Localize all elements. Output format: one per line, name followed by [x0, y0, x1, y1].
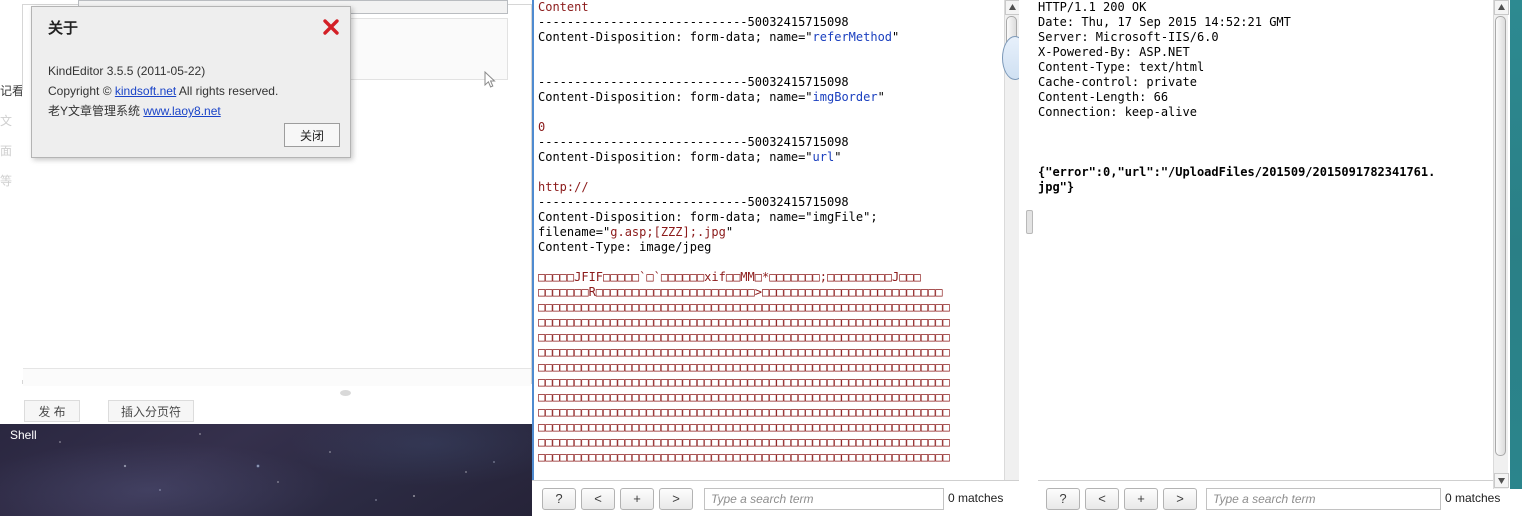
resize-handle[interactable] [340, 390, 351, 396]
request-line [538, 45, 1022, 60]
request-search-help-button[interactable]: ? [542, 488, 576, 510]
background-teal-strip [1510, 0, 1522, 489]
request-binary-line: □□□□□□□□□□□□□□□□□□□□□□□□□□□□□□□□□□□□□□□□… [538, 405, 950, 419]
clipped-text-2: 面 [0, 144, 13, 158]
copyright-suffix: All rights reserved. [176, 84, 279, 98]
request-binary-line: □□□□□□□□□□□□□□□□□□□□□□□□□□□□□□□□□□□□□□□□… [538, 450, 950, 464]
request-binary-line: □□□□□□□□□□□□□□□□□□□□□□□□□□□□□□□□□□□□□□□□… [538, 300, 950, 314]
response-text-area[interactable]: HTTP/1.1 200 OK Date: Thu, 17 Sep 2015 14… [1038, 0, 1508, 480]
request-line: -----------------------------50032415715… [538, 15, 849, 29]
request-binary-line: □□□□□□□□□□□□□□□□□□□□□□□□□□□□□□□□□□□□□□□□… [538, 345, 950, 359]
pane-gap-left [1019, 0, 1035, 489]
browser-window: 记看 文 面 等 发 布 插入分页符 关于 KindEditor 3.5.5 (… [0, 0, 532, 516]
about-dialog-title: 关于 [48, 19, 79, 37]
request-binary-line: □□□□□□□□□□□□□□□□□□□□□□□□□□□□□□□□□□□□□□□□… [538, 330, 950, 344]
request-binary-line: □□□□□□□□□□□□□□□□□□□□□□□□□□□□□□□□□□□□□□□□… [538, 315, 950, 329]
request-search-bar: ? < + > 0 matches [532, 480, 1022, 516]
response-match-count: 0 matches [1445, 491, 1501, 505]
response-line: Server: Microsoft-IIS/6.0 [1038, 30, 1219, 44]
shell-taskbar-label[interactable]: Shell [10, 428, 37, 442]
request-binary-line: □□□□□JFIF□□□□□`□`□□□□□□xif□□MM□*□□□□□□□;… [538, 270, 921, 284]
about-version-line: KindEditor 3.5.5 (2011-05-22) [48, 64, 206, 78]
laoy8-link[interactable]: www.laoy8.net [143, 104, 220, 118]
http-request-pane: Content -----------------------------5003… [532, 0, 1022, 516]
cms-prefix: 老Y文章管理系统 [48, 104, 144, 118]
about-cms-line: 老Y文章管理系统 www.laoy8.net [48, 101, 338, 121]
clipped-text-3: 等 [0, 174, 13, 188]
response-line: Cache-control: private [1038, 75, 1197, 89]
response-line: HTTP/1.1 200 OK [1038, 0, 1147, 14]
clipped-sidebar-text: 记看 文 面 等 [0, 76, 22, 196]
response-search-add-button[interactable]: + [1124, 488, 1158, 510]
response-line: X-Powered-By: ASP.NET [1038, 45, 1190, 59]
response-line: Date: Thu, 17 Sep 2015 14:52:21 GMT [1038, 15, 1291, 29]
response-search-next-button[interactable]: > [1163, 488, 1197, 510]
response-line: Content-Type: text/html [1038, 60, 1205, 74]
request-line [538, 165, 1022, 180]
response-search-input[interactable] [1206, 488, 1441, 510]
request-line [538, 105, 1022, 120]
request-line: Content-Disposition: form-data; name="im… [538, 90, 885, 104]
kindsoft-link[interactable]: kindsoft.net [115, 84, 176, 98]
desktop-wallpaper: Shell [0, 424, 532, 516]
request-line: filename="g.asp;[ZZZ];.jpg" [538, 225, 734, 239]
response-line: Connection: keep-alive [1038, 105, 1197, 119]
publish-button[interactable]: 发 布 [24, 400, 80, 422]
cursor-arrow-icon [484, 71, 496, 88]
response-search-help-button[interactable]: ? [1046, 488, 1080, 510]
request-binary-line: □□□□□□□□□□□□□□□□□□□□□□□□□□□□□□□□□□□□□□□□… [538, 360, 950, 374]
request-search-prev-button[interactable]: < [581, 488, 615, 510]
response-search-bar: ? < + > 0 matches [1038, 480, 1508, 516]
about-dialog-body: KindEditor 3.5.5 (2011-05-22) Copyright … [48, 61, 338, 121]
request-text-area[interactable]: Content -----------------------------5003… [532, 0, 1022, 480]
request-line: -----------------------------50032415715… [538, 75, 849, 89]
response-scroll-thumb[interactable] [1495, 16, 1506, 456]
response-line [1038, 150, 1508, 165]
pane-divider-handle[interactable] [1026, 210, 1033, 234]
request-line [538, 255, 1022, 270]
request-line: Content-Disposition: form-data; name="im… [538, 210, 878, 224]
response-scroll-up-arrow[interactable] [1494, 0, 1509, 15]
response-line: Content-Length: 66 [1038, 90, 1169, 104]
editor-status-bar [23, 368, 531, 386]
request-search-add-button[interactable]: + [620, 488, 654, 510]
close-x-icon[interactable] [321, 17, 341, 37]
request-search-next-button[interactable]: > [659, 488, 693, 510]
request-line: Content-Type: image/jpeg [538, 240, 712, 254]
request-line: Content-Disposition: form-data; name="ur… [538, 150, 842, 164]
request-binary-line: □□□□□□□□□□□□□□□□□□□□□□□□□□□□□□□□□□□□□□□□… [538, 420, 950, 434]
request-line: -----------------------------50032415715… [538, 135, 849, 149]
about-dialog: 关于 KindEditor 3.5.5 (2011-05-22) Copyrig… [31, 6, 351, 158]
request-match-count: 0 matches [948, 491, 1004, 505]
about-copyright-line: Copyright © kindsoft.net All rights rese… [48, 81, 338, 101]
response-line [1038, 120, 1508, 135]
insert-pagebreak-button[interactable]: 插入分页符 [108, 400, 194, 422]
request-binary-line: □□□□□□□□□□□□□□□□□□□□□□□□□□□□□□□□□□□□□□□□… [538, 435, 950, 449]
request-line: Content-Disposition: form-data; name="re… [538, 30, 900, 44]
request-line: http:// [538, 180, 589, 194]
request-line: 0 [538, 120, 546, 134]
response-bottom-fill [1508, 489, 1522, 516]
about-dialog-titlebar: 关于 [32, 7, 350, 49]
response-body-line: {"error":0,"url":"/UploadFiles/201509/20… [1038, 165, 1436, 179]
request-binary-line: □□□□□□□□□□□□□□□□□□□□□□□□□□□□□□□□□□□□□□□□… [538, 375, 950, 389]
clipped-text-1: 文 [0, 114, 13, 128]
response-body-line: jpg"} [1038, 180, 1075, 194]
response-scrollbar[interactable] [1493, 0, 1509, 489]
request-binary-line: □□□□□□□R□□□□□□□□□□□□□□□□□□□□□□>□□□□□□□□□… [538, 285, 943, 299]
request-scroll-up-arrow[interactable] [1005, 0, 1020, 15]
clipped-text-0: 记看 [0, 84, 22, 98]
response-search-prev-button[interactable]: < [1085, 488, 1119, 510]
http-response-pane: HTTP/1.1 200 OK Date: Thu, 17 Sep 2015 14… [1038, 0, 1508, 516]
request-binary-line: □□□□□□□□□□□□□□□□□□□□□□□□□□□□□□□□□□□□□□□□… [538, 390, 950, 404]
response-line [1038, 135, 1508, 150]
copyright-prefix: Copyright © [48, 84, 115, 98]
response-scroll-down-arrow[interactable] [1494, 473, 1509, 488]
request-line: Content [538, 0, 589, 14]
request-line: -----------------------------50032415715… [538, 195, 849, 209]
about-close-button[interactable]: 关闭 [284, 123, 340, 147]
request-line [538, 60, 1022, 75]
request-search-input[interactable] [704, 488, 944, 510]
